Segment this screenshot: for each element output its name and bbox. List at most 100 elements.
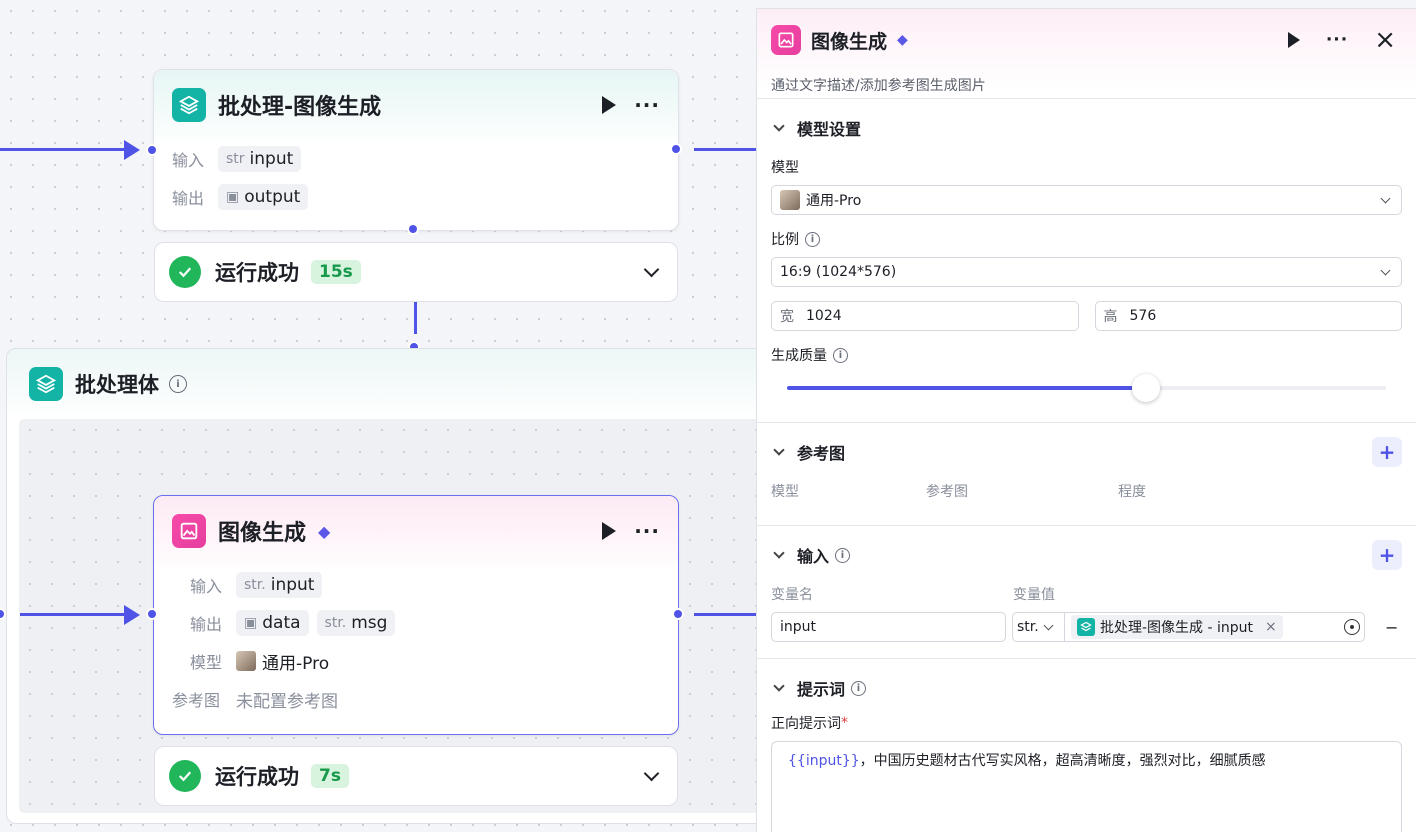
type-select[interactable]: str.	[1017, 613, 1065, 641]
node-output-row: 输出 ▣ data str. msg	[154, 604, 678, 642]
ratio-label: 比例 i	[771, 229, 1402, 249]
chevron-down-icon	[773, 680, 785, 692]
port-in-top[interactable]	[146, 144, 158, 156]
more-icon[interactable]: ···	[1326, 31, 1348, 49]
col-model: 模型	[771, 484, 799, 500]
more-icon[interactable]: ···	[634, 521, 660, 541]
premium-diamond-icon: ◆	[897, 32, 908, 48]
success-icon	[169, 760, 201, 792]
chevron-down-icon[interactable]	[643, 765, 660, 781]
col-degree: 程度	[1118, 484, 1146, 500]
port-in-inner[interactable]	[146, 608, 158, 620]
info-icon[interactable]: i	[805, 231, 820, 247]
edge-arrow	[124, 605, 140, 625]
output-data-chip: ▣ data	[236, 610, 309, 636]
section-header[interactable]: 参考图 +	[771, 423, 1402, 481]
info-icon[interactable]: i	[169, 375, 187, 393]
chevron-down-icon[interactable]	[643, 261, 660, 277]
port-out-inner[interactable]	[672, 608, 684, 620]
var-name-input[interactable]: input	[771, 612, 1006, 642]
image-gen-icon	[771, 25, 801, 55]
edge-inner-out	[694, 613, 756, 616]
remove-ref-icon[interactable]: ×	[1265, 619, 1277, 635]
status-text: 运行成功	[215, 765, 299, 789]
section-header[interactable]: 输入 i +	[771, 526, 1402, 584]
variable-token: {{input}}	[788, 753, 860, 769]
node-model-row: 模型 通用-Pro	[154, 642, 678, 680]
node-ref-row: 参考图 未配置参考图	[154, 680, 678, 718]
layers-icon	[29, 367, 63, 401]
output-label: 输出	[172, 189, 205, 208]
ratio-select[interactable]: 16:9 (1024*576)	[771, 257, 1402, 287]
var-value-field[interactable]: str. 批处理-图像生成 - input ×	[1012, 612, 1365, 642]
output-msg-chip: str. msg	[316, 610, 396, 636]
info-icon[interactable]: i	[835, 547, 851, 563]
add-reference-button[interactable]: +	[1372, 437, 1402, 467]
image-icon: ▣	[226, 189, 240, 205]
layers-icon	[1077, 618, 1095, 636]
layers-icon	[172, 88, 206, 122]
close-icon[interactable]: ×	[1374, 27, 1396, 53]
edge-vertical	[414, 302, 417, 334]
run-icon[interactable]	[1287, 32, 1300, 48]
info-icon[interactable]: i	[833, 347, 848, 363]
batch-image-gen-node[interactable]: 批处理-图像生成 ··· 输入 str input 输出 ▣ output	[153, 69, 679, 231]
run-icon[interactable]	[602, 522, 617, 540]
section-header[interactable]: 模型设置	[771, 99, 1402, 157]
section-header[interactable]: 提示词 i	[771, 659, 1402, 717]
output-chip: ▣ output	[218, 184, 309, 210]
edge-arrow	[124, 140, 140, 160]
model-settings-section: 模型设置 模型 通用-Pro 比例 i 16:9 (1024*576) 宽 1024…	[757, 99, 1416, 423]
slider-fill	[787, 386, 1147, 390]
quality-slider[interactable]	[787, 373, 1386, 403]
edge-incoming-top	[0, 148, 132, 151]
input-chip: str. input	[236, 572, 323, 598]
model-label: 模型	[190, 653, 223, 672]
remove-variable-button[interactable]: −	[1385, 618, 1398, 637]
model-select[interactable]: 通用-Pro	[771, 185, 1402, 215]
input-section: 输入 i + 变量名 变量值 input str. 批处理-图像生成 - inp…	[757, 526, 1416, 659]
node-config-panel: 图像生成 ◆ ··· × 通过文字描述/添加参考图生成图片 模型设置 模型 通用…	[756, 8, 1416, 832]
edge-outgoing-top	[694, 148, 756, 151]
workflow-canvas[interactable]: 批处理-图像生成 ··· 输入 str input 输出 ▣ output 运行成功…	[0, 0, 756, 832]
output-label: 输出	[190, 615, 223, 634]
width-input[interactable]: 宽 1024	[771, 301, 1079, 331]
image-icon: ▣	[244, 615, 258, 631]
input-variable-row: input str. 批处理-图像生成 - input × −	[771, 612, 1402, 642]
height-input[interactable]: 高 576	[1094, 301, 1402, 331]
image-gen-node[interactable]: 图像生成 ◆ ··· 输入 str. input 输出 ▣ data str. msg…	[153, 495, 679, 735]
more-icon[interactable]: ···	[634, 95, 660, 115]
duration-badge: 7s	[311, 764, 349, 788]
node-title: 批处理-图像生成	[218, 95, 382, 120]
chevron-down-icon	[1043, 620, 1054, 630]
chevron-down-icon	[773, 444, 785, 456]
port-bottom-top[interactable]	[407, 223, 419, 235]
panel-title: 图像生成	[811, 30, 888, 53]
add-input-button[interactable]: +	[1372, 540, 1402, 570]
node-header: 图像生成 ◆ ···	[154, 496, 678, 566]
status-text: 运行成功	[215, 261, 299, 285]
type-icon: str.	[324, 615, 347, 631]
success-icon	[169, 256, 201, 288]
type-icon: str	[226, 151, 245, 167]
reference-columns: 模型 参考图 程度	[771, 481, 1402, 515]
run-status-top[interactable]: 运行成功 15s	[154, 242, 678, 302]
col-var-value: 变量值	[1013, 587, 1055, 603]
info-icon[interactable]: i	[851, 680, 867, 696]
input-label: 输入	[172, 151, 205, 170]
node-input-row: 输入 str input	[154, 140, 678, 178]
chevron-down-icon	[773, 547, 785, 559]
positive-prompt-label: 正向提示词 *	[771, 715, 848, 732]
target-icon[interactable]	[1344, 619, 1360, 635]
node-header: 批处理-图像生成 ···	[154, 70, 678, 140]
run-status-inner[interactable]: 运行成功 7s	[154, 746, 678, 806]
positive-prompt-textarea[interactable]: {{input}}，中国历史题材古代写实风格，超高清晰度，强烈对比，细腻质感	[771, 741, 1402, 832]
run-icon[interactable]	[602, 96, 617, 114]
col-ref: 参考图	[926, 484, 968, 500]
slider-thumb[interactable]	[1132, 374, 1161, 402]
model-avatar	[236, 651, 256, 671]
port-out-top[interactable]	[670, 143, 682, 155]
node-input-row: 输入 str. input	[154, 566, 678, 604]
image-gen-icon	[172, 514, 206, 548]
chevron-down-icon	[1380, 265, 1391, 275]
